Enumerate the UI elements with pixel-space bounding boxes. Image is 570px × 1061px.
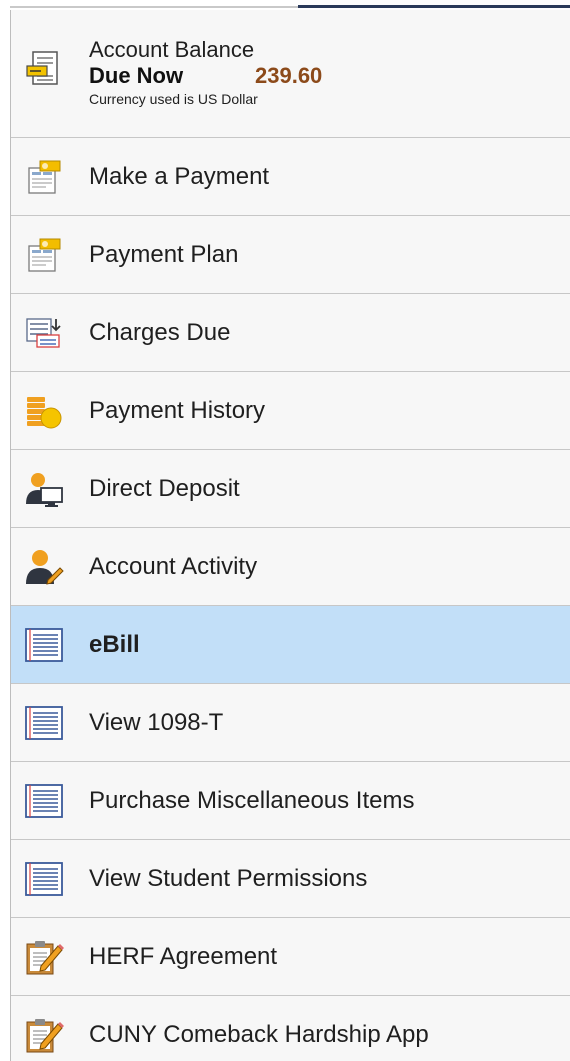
menu-item-label: View Student Permissions bbox=[89, 864, 368, 892]
bill-icon bbox=[23, 48, 65, 90]
account-balance-title: Account Balance bbox=[89, 37, 255, 62]
menu-item-make-a-payment[interactable]: Make a Payment bbox=[11, 138, 570, 216]
account-menu-panel: Account Balance Due Now 239.60 Currency … bbox=[10, 10, 570, 1061]
document-lines-icon bbox=[23, 780, 65, 822]
menu-item-account-activity[interactable]: Account Activity bbox=[11, 528, 570, 606]
payment-form-icon bbox=[23, 234, 65, 276]
menu-item-cuny-comeback-hardship-app[interactable]: CUNY Comeback Hardship App bbox=[11, 996, 570, 1061]
document-lines-icon bbox=[23, 624, 65, 666]
menu-item-payment-plan[interactable]: Payment Plan bbox=[11, 216, 570, 294]
clipboard-pencil-icon bbox=[23, 936, 65, 978]
document-lines-icon bbox=[23, 702, 65, 744]
menu-item-label: View 1098-T bbox=[89, 708, 224, 736]
menu-item-label: Payment History bbox=[89, 396, 266, 424]
person-pencil-icon bbox=[23, 546, 65, 588]
menu-item-direct-deposit[interactable]: Direct Deposit bbox=[11, 450, 570, 528]
clipboard-pencil-icon bbox=[23, 1014, 65, 1056]
person-monitor-icon bbox=[23, 468, 65, 510]
menu-item-label: Purchase Miscellaneous Items bbox=[89, 786, 415, 814]
menu-item-purchase-miscellaneous-items[interactable]: Purchase Miscellaneous Items bbox=[11, 762, 570, 840]
menu-item-view-student-permissions[interactable]: View Student Permissions bbox=[11, 840, 570, 918]
top-edge bbox=[0, 0, 570, 10]
menu-item-ebill[interactable]: eBill bbox=[11, 606, 570, 684]
charges-list-icon bbox=[23, 312, 65, 354]
top-divider-right bbox=[298, 5, 570, 8]
menu-item-label: eBill bbox=[89, 630, 140, 658]
document-lines-icon bbox=[23, 858, 65, 900]
menu-item-charges-due[interactable]: Charges Due bbox=[11, 294, 570, 372]
currency-note: Currency used is US Dollar bbox=[89, 91, 258, 107]
due-now-amount: 239.60 bbox=[255, 63, 323, 88]
top-divider-left bbox=[10, 6, 298, 8]
due-now-label: Due Now bbox=[89, 63, 184, 88]
menu-item-herf-agreement[interactable]: HERF Agreement bbox=[11, 918, 570, 996]
menu-item-label: HERF Agreement bbox=[89, 942, 278, 970]
menu-item-label: Charges Due bbox=[89, 318, 231, 346]
menu-item-label: Direct Deposit bbox=[89, 474, 240, 502]
menu-item-label: CUNY Comeback Hardship App bbox=[89, 1020, 429, 1048]
menu-item-label: Make a Payment bbox=[89, 162, 270, 190]
menu-item-view-1098-t[interactable]: View 1098-T bbox=[11, 684, 570, 762]
coins-icon bbox=[23, 390, 65, 432]
menu-item-payment-history[interactable]: Payment History bbox=[11, 372, 570, 450]
payment-form-icon bbox=[23, 156, 65, 198]
menu-item-label: Payment Plan bbox=[89, 240, 239, 268]
account-balance-tile[interactable]: Account Balance Due Now 239.60 Currency … bbox=[11, 10, 570, 138]
menu-item-label: Account Activity bbox=[89, 552, 258, 580]
